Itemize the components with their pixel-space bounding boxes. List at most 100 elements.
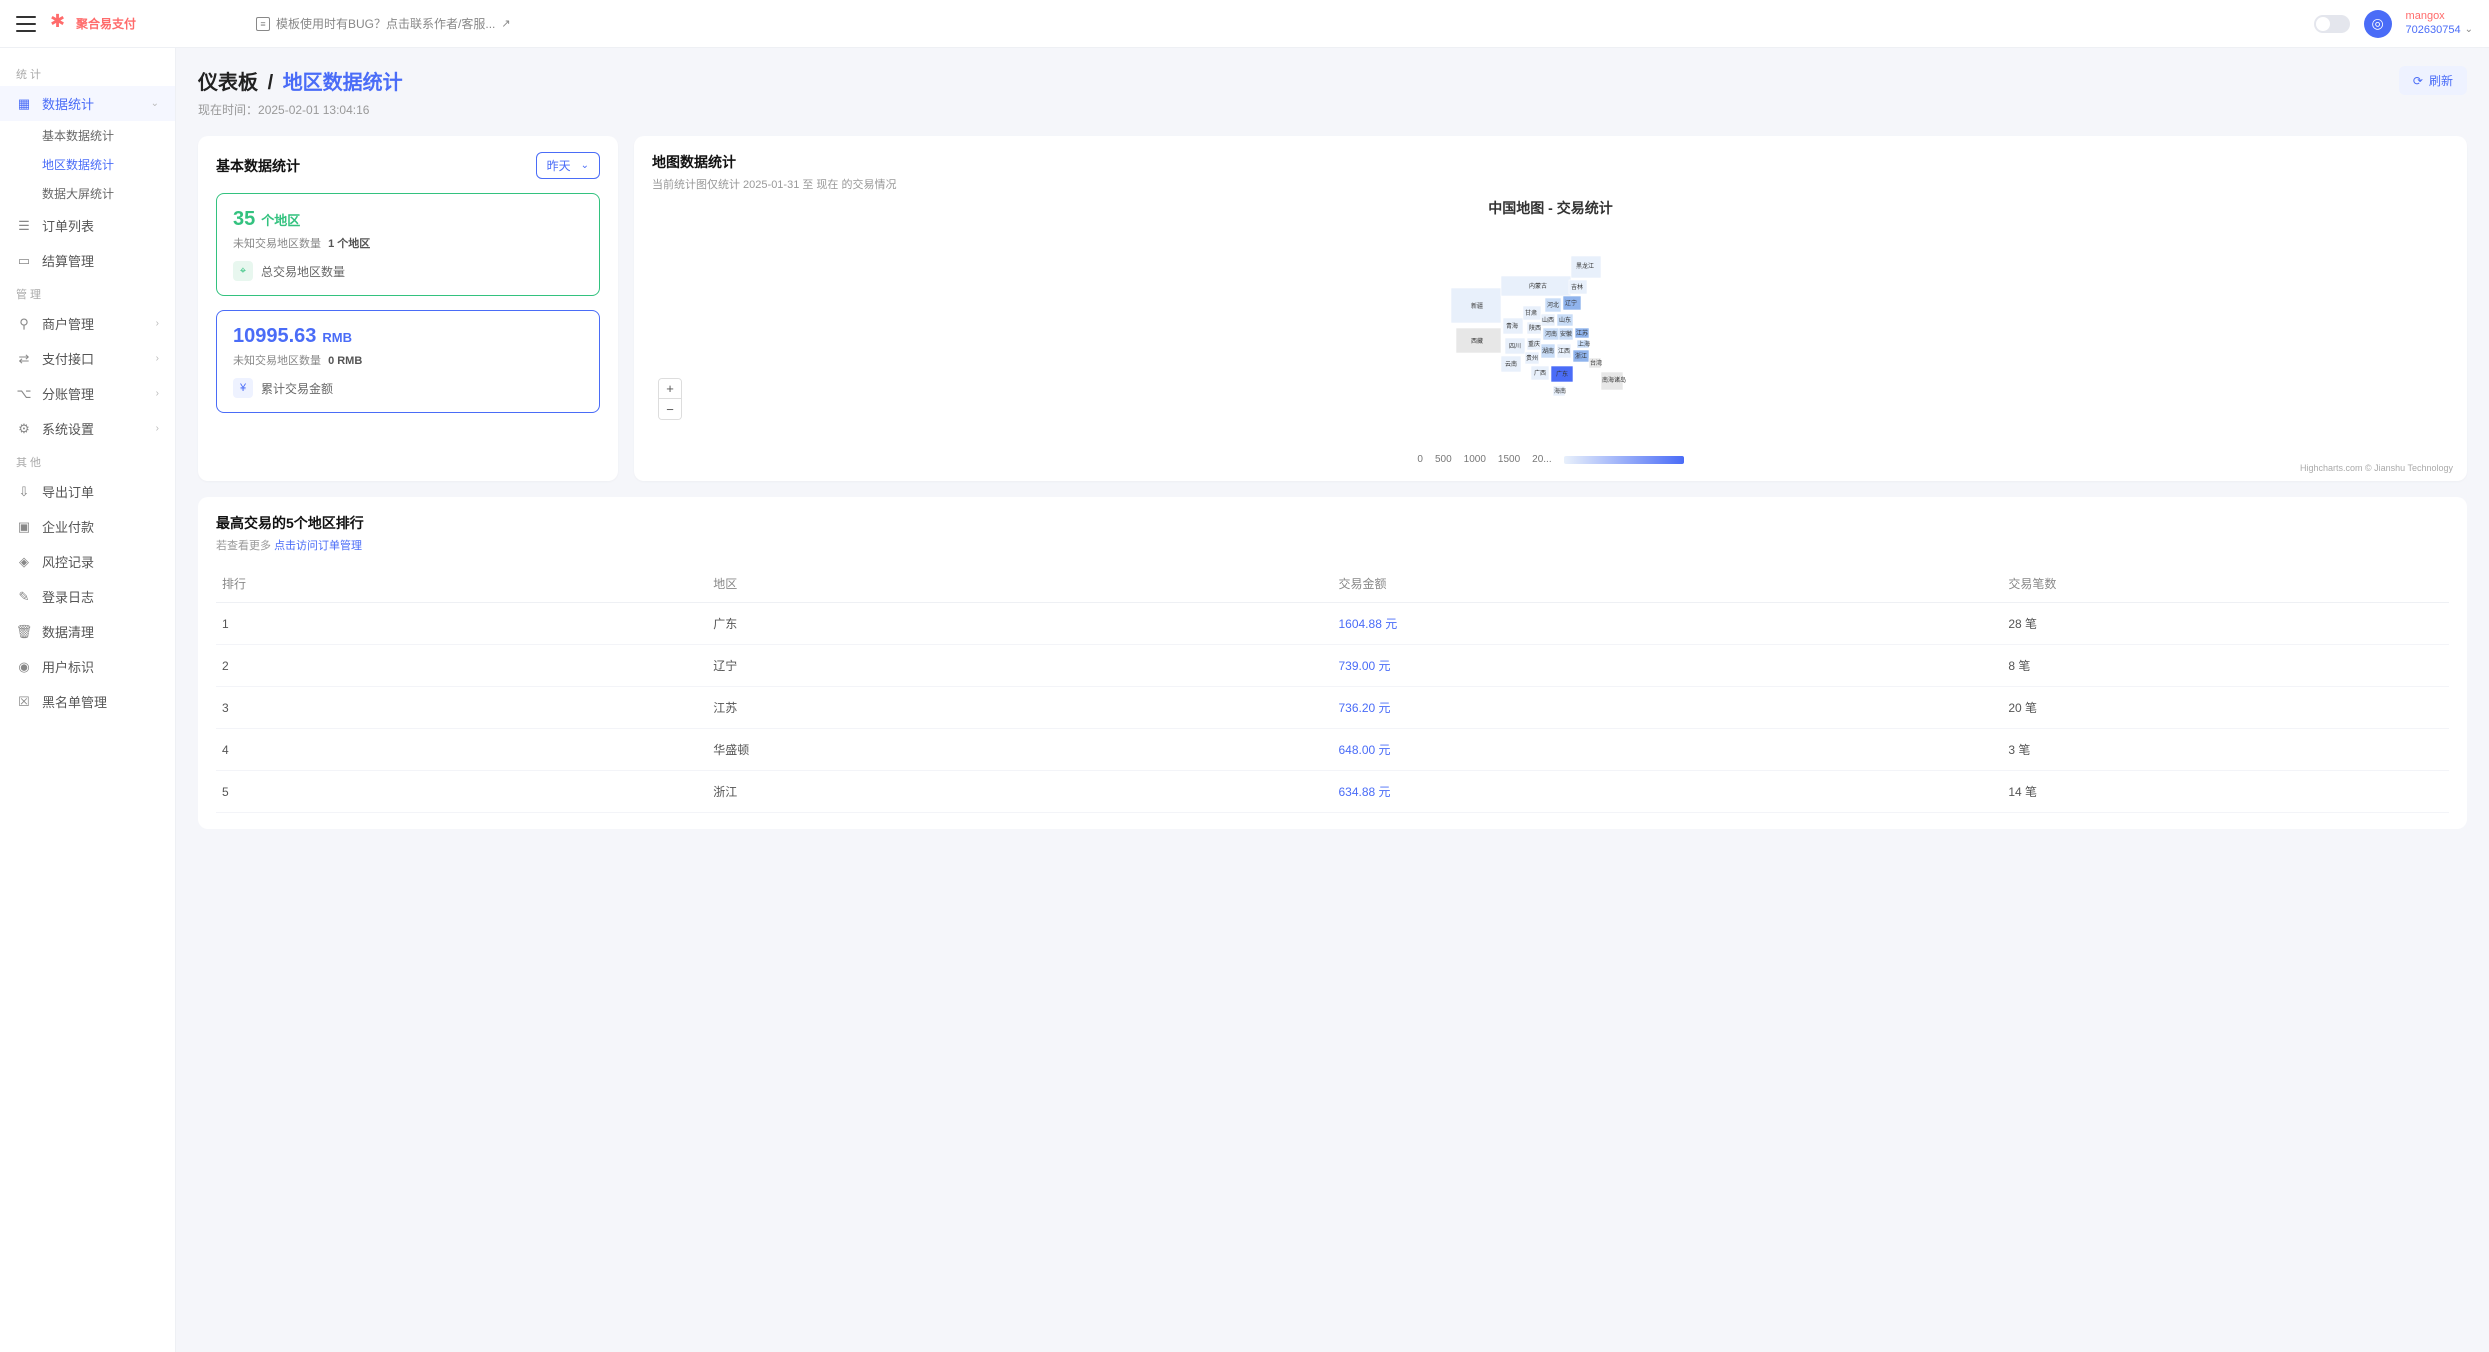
chevron-down-icon: ⌄: [581, 160, 589, 171]
sidebar-item-label: 风控记录: [42, 552, 94, 571]
user-icon: ⚲: [16, 316, 32, 332]
sidebar-item-user-tag[interactable]: ◉ 用户标识: [0, 649, 175, 684]
svg-text:南海诸岛: 南海诸岛: [1602, 376, 1626, 384]
rank-table: 排行 地区 交易金额 交易笔数 1广东1604.88 元28 笔2辽宁739.0…: [216, 565, 2449, 813]
stat-regions: 35 个地区 未知交易地区数量 1 个地区 ⌖ 总交易地区数量: [216, 193, 600, 296]
refresh-label: 刷新: [2429, 72, 2453, 89]
sidebar-item-data-clean[interactable]: 🗑 数据清理: [0, 614, 175, 649]
china-map[interactable]: 新疆 西藏 内蒙古 黑龙江 吉林 辽宁 青海 甘肃 河北 山西 山东 陕西 河南…: [1441, 243, 1661, 423]
sidebar-sub-basic-stats[interactable]: 基本数据统计: [42, 121, 175, 150]
sidebar-item-risk-log[interactable]: ◈ 风控记录: [0, 544, 175, 579]
sidebar-item-label: 用户标识: [42, 657, 94, 676]
sidebar-item-label: 分账管理: [42, 384, 94, 403]
rank-hint: 若查看更多: [216, 540, 271, 552]
zoom-out-button[interactable]: −: [659, 399, 681, 419]
chevron-right-icon: ›: [156, 388, 159, 399]
stat-value: 10995.63: [233, 325, 316, 348]
sidebar-item-data-stats[interactable]: ▦ 数据统计 ⌄: [0, 86, 175, 121]
th-rank: 排行: [216, 565, 707, 603]
split-icon: ⌥: [16, 386, 32, 402]
sidebar-item-system[interactable]: ⚙ 系统设置 ›: [0, 411, 175, 446]
cell-region: 辽宁: [707, 645, 1332, 687]
sidebar-sub-bigscreen-stats[interactable]: 数据大屏统计: [42, 179, 175, 208]
sidebar-item-order-list[interactable]: ☰ 订单列表: [0, 208, 175, 243]
stat-foot-label: 总交易地区数量: [261, 263, 345, 280]
svg-text:西藏: 西藏: [1471, 337, 1483, 345]
sidebar-item-label: 支付接口: [42, 349, 94, 368]
basic-stats-card: 基本数据统计 昨天 ⌄ 35 个地区 未知交易地区数量 1 个地区: [198, 136, 618, 481]
yen-icon: ¥: [233, 378, 253, 398]
svg-text:江西: 江西: [1558, 348, 1570, 355]
svg-text:河北: 河北: [1547, 301, 1559, 309]
table-row: 5浙江634.88 元14 笔: [216, 771, 2449, 813]
cell-amount: 1604.88 元: [1332, 603, 2002, 645]
cell-rank: 2: [216, 645, 707, 687]
svg-text:辽宁: 辽宁: [1565, 299, 1577, 307]
map-chart-title: 中国地图 - 交易统计: [652, 198, 2449, 218]
dropdown-value: 昨天: [547, 157, 571, 174]
list-icon: ☰: [16, 218, 32, 234]
external-link-icon: ↗: [501, 17, 510, 30]
document-icon: ≡: [256, 17, 270, 31]
svg-text:吉林: 吉林: [1571, 283, 1583, 291]
table-row: 2辽宁739.00 元8 笔: [216, 645, 2449, 687]
cell-count: 28 笔: [2002, 603, 2449, 645]
svg-text:重庆: 重庆: [1528, 340, 1540, 348]
sidebar-item-merchant[interactable]: ⚲ 商户管理 ›: [0, 306, 175, 341]
sidebar-item-label: 数据统计: [42, 94, 94, 113]
avatar[interactable]: ◎: [2364, 10, 2392, 38]
svg-text:浙江: 浙江: [1575, 352, 1587, 360]
export-icon: ⇩: [16, 484, 32, 500]
cell-amount: 736.20 元: [1332, 687, 2002, 729]
range-dropdown[interactable]: 昨天 ⌄: [536, 152, 600, 179]
table-row: 4华盛顿648.00 元3 笔: [216, 729, 2449, 771]
stat-foot-label: 累计交易金额: [261, 380, 333, 397]
top-notice-link[interactable]: ≡ 模板使用时有BUG？点击联系作者/客服... ↗: [256, 15, 511, 32]
cell-count: 20 笔: [2002, 687, 2449, 729]
svg-text:山东: 山东: [1559, 316, 1571, 324]
notice-text: 模板使用时有BUG？点击联系作者/客服...: [276, 15, 495, 32]
sidebar-item-pay-api[interactable]: ⇄ 支付接口 ›: [0, 341, 175, 376]
sidebar-item-export-order[interactable]: ⇩ 导出订单: [0, 474, 175, 509]
api-icon: ⇄: [16, 351, 32, 367]
refresh-button[interactable]: ⟳ 刷新: [2399, 66, 2467, 95]
sidebar-sub-region-stats[interactable]: 地区数据统计: [42, 150, 175, 179]
theme-toggle[interactable]: [2314, 15, 2350, 33]
zoom-in-button[interactable]: +: [659, 379, 681, 399]
user-menu[interactable]: mangox 702630754⌄: [2406, 10, 2473, 36]
svg-text:广西: 广西: [1534, 369, 1546, 377]
svg-text:青海: 青海: [1506, 322, 1518, 330]
svg-text:江苏: 江苏: [1576, 329, 1588, 337]
rank-card: 最高交易的5个地区排行 若查看更多 点击访问订单管理 排行 地区 交易金额 交易…: [198, 497, 2467, 829]
tag-icon: ◉: [16, 659, 32, 675]
cell-amount: 648.00 元: [1332, 729, 2002, 771]
rank-more-link[interactable]: 点击访问订单管理: [274, 540, 362, 552]
logo[interactable]: 聚合易支付: [50, 15, 136, 33]
stat-amount: 10995.63 RMB 未知交易地区数量 0 RMB ¥ 累计交易金额: [216, 310, 600, 413]
card-desc: 当前统计图仅统计 2025-01-31 至 现在 的交易情况: [652, 176, 2449, 192]
legend-gradient: [1564, 456, 1684, 464]
svg-text:新疆: 新疆: [1471, 302, 1483, 310]
sidebar-item-label: 导出订单: [42, 482, 94, 501]
chevron-right-icon: ›: [156, 318, 159, 329]
svg-text:内蒙古: 内蒙古: [1529, 282, 1547, 290]
sidebar-item-split[interactable]: ⌥ 分账管理 ›: [0, 376, 175, 411]
map-zoom-controls: + −: [658, 378, 682, 420]
sidebar-item-label: 系统设置: [42, 419, 94, 438]
cell-rank: 1: [216, 603, 707, 645]
svg-text:四川: 四川: [1509, 343, 1521, 350]
chevron-right-icon: ›: [156, 423, 159, 434]
sidebar-item-settle[interactable]: ▭ 结算管理: [0, 243, 175, 278]
sidebar-item-enterprise-pay[interactable]: ▣ 企业付款: [0, 509, 175, 544]
cell-count: 14 笔: [2002, 771, 2449, 813]
th-amount: 交易金额: [1332, 565, 2002, 603]
card-title: 地图数据统计: [652, 152, 2449, 172]
refresh-icon: ⟳: [2413, 74, 2423, 88]
sidebar-item-blacklist[interactable]: ☒ 黑名单管理: [0, 684, 175, 719]
settle-icon: ▭: [16, 253, 32, 269]
card-title: 基本数据统计: [216, 156, 300, 176]
svg-text:陕西: 陕西: [1529, 324, 1541, 332]
menu-toggle[interactable]: [16, 16, 36, 32]
sidebar-item-login-log[interactable]: ✎ 登录日志: [0, 579, 175, 614]
stat-unit: 个地区: [261, 210, 300, 229]
